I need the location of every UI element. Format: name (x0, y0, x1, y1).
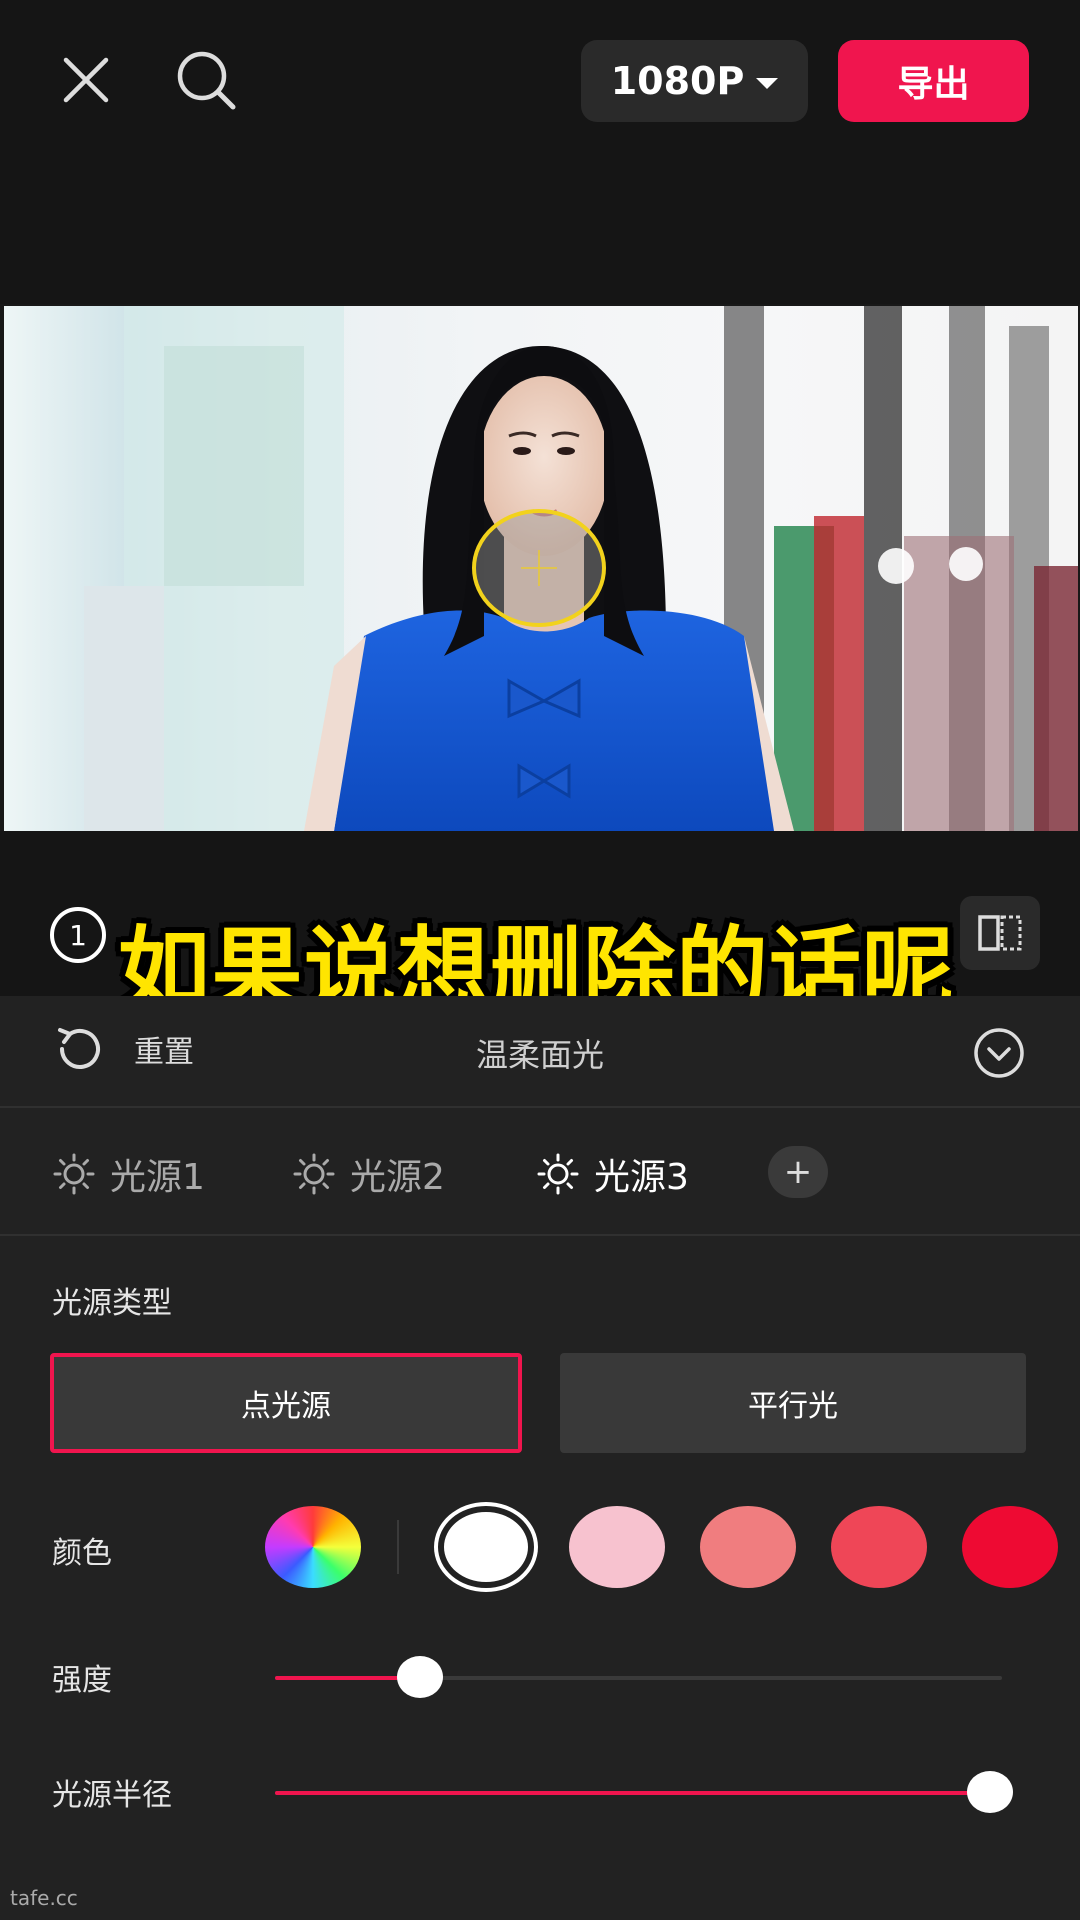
swatch-light-pink[interactable] (569, 1506, 665, 1588)
watermark-text: tafe.cc (10, 1886, 78, 1910)
step-badge: 1 (50, 907, 106, 963)
panel-title: 温柔面光 (475, 1036, 604, 1074)
intensity-slider[interactable] (275, 1656, 1002, 1698)
panel-header: 重置 温柔面光 (0, 996, 1080, 1108)
preview-image (4, 306, 1078, 831)
radius-slider[interactable] (275, 1771, 1013, 1813)
compare-icon (978, 915, 1022, 951)
tab-light-3-label: 光源3 (594, 1157, 689, 1198)
search-icon (177, 51, 236, 110)
light-type-label: 光源类型 (52, 1286, 172, 1321)
tab-light-2-label: 光源2 (350, 1157, 445, 1198)
sun-icon (293, 1153, 335, 1195)
swatch-coral-red[interactable] (831, 1506, 927, 1588)
tab-light-1-label: 光源1 (110, 1157, 205, 1198)
light-settings-panel: 重置 温柔面光 光源1 光源2 光源3 + 光源类型 点光源 平行光 颜色 强度… (0, 996, 1080, 1920)
swatch-salmon[interactable] (700, 1506, 796, 1588)
compare-button[interactable] (960, 896, 1040, 970)
radius-slider-thumb[interactable] (967, 1771, 1013, 1813)
video-preview[interactable] (4, 306, 1078, 831)
point-light-option[interactable]: 点光源 (50, 1353, 522, 1453)
watermark: tafe.cc (10, 1886, 78, 1910)
collapse-button[interactable] (972, 1026, 1026, 1084)
color-label: 颜色 (52, 1536, 112, 1571)
chevron-down-icon (974, 1028, 1024, 1078)
swatch-divider (397, 1520, 399, 1574)
close-icon (63, 57, 109, 103)
close-button[interactable] (50, 44, 122, 116)
radius-label: 光源半径 (52, 1778, 172, 1813)
top-bar: 1080P 导出 (0, 0, 1080, 304)
swatch-white[interactable] (438, 1506, 534, 1588)
color-picker-wheel[interactable] (265, 1506, 361, 1588)
light-source-tabs: 光源1 光源2 光源3 (0, 1108, 1080, 1236)
caret-down-icon (756, 77, 779, 89)
intensity-slider-thumb[interactable] (397, 1656, 443, 1698)
intensity-label: 强度 (52, 1663, 112, 1698)
export-button[interactable]: 导出 (838, 40, 1029, 122)
swatch-red[interactable] (962, 1506, 1058, 1588)
parallel-light-option[interactable]: 平行光 (560, 1353, 1026, 1453)
search-button[interactable] (170, 44, 242, 116)
tab-light-3[interactable]: 光源3 (536, 1148, 689, 1200)
sun-icon (53, 1153, 95, 1195)
resolution-dropdown[interactable]: 1080P (581, 40, 808, 122)
sun-icon (537, 1153, 579, 1195)
tab-light-2[interactable]: 光源2 (292, 1148, 445, 1200)
tab-light-1[interactable]: 光源1 (52, 1148, 205, 1200)
add-light-button[interactable]: + (768, 1146, 828, 1198)
resolution-label: 1080P (610, 59, 745, 103)
radius-slider-fill (275, 1791, 1002, 1795)
